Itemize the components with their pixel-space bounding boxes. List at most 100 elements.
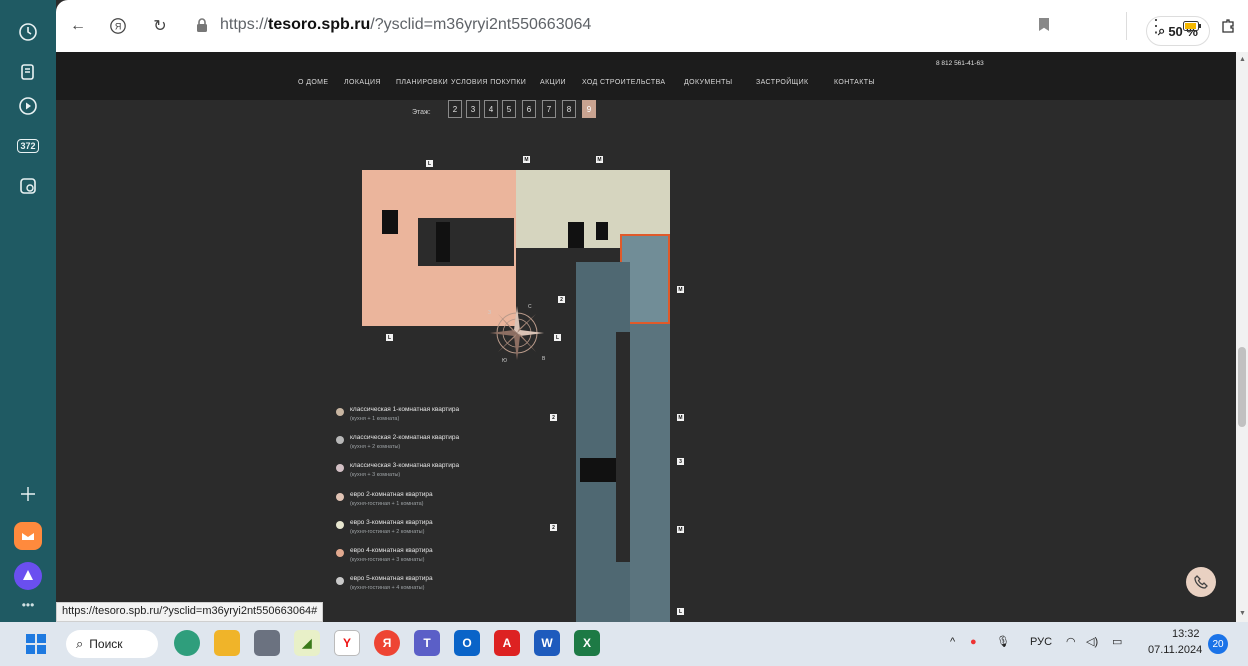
search-label: Поиск xyxy=(89,637,123,651)
clock-time[interactable]: 13:32 xyxy=(1172,628,1200,640)
extensions-icon[interactable] xyxy=(1218,16,1238,36)
mail-icon[interactable] xyxy=(14,522,42,550)
battery-saver-icon[interactable] xyxy=(1182,16,1202,36)
phone-icon xyxy=(1194,575,1208,589)
marker[interactable]: M xyxy=(523,156,530,163)
teams-icon[interactable]: T xyxy=(414,630,440,656)
floor-button[interactable]: 3 xyxy=(466,100,480,118)
marker[interactable]: 2 xyxy=(550,524,557,531)
history-icon[interactable] xyxy=(14,18,42,46)
pdf-icon[interactable]: A xyxy=(494,630,520,656)
reload-icon[interactable]: ↻ xyxy=(150,16,170,36)
battery-icon[interactable]: ▭ xyxy=(1112,635,1122,648)
compass-rose: С Ю В З xyxy=(488,304,546,364)
marker[interactable]: M xyxy=(677,414,684,421)
status-bar-url: https://tesoro.spb.ru/?ysclid=m36yryi2nt… xyxy=(56,602,324,622)
antivirus-icon[interactable]: ● xyxy=(970,636,977,648)
tray-chevron-icon[interactable]: ^ xyxy=(950,636,955,648)
nav-purchase[interactable]: УСЛОВИЯ ПОКУПКИ xyxy=(451,79,526,86)
floor-button[interactable]: 8 xyxy=(562,100,576,118)
collections-icon[interactable] xyxy=(14,58,42,86)
legend-subtitle: (кухня + 2 комнаты) xyxy=(350,444,401,450)
microphone-icon[interactable]: 🎙 xyxy=(996,635,1010,648)
marker[interactable]: L xyxy=(426,160,433,167)
stairwell xyxy=(382,210,398,234)
volume-icon[interactable]: ◁) xyxy=(1086,635,1098,648)
svg-text:Я: Я xyxy=(115,22,122,32)
menu-dots-icon[interactable]: ⋮ xyxy=(1146,16,1166,36)
divider xyxy=(1126,12,1127,40)
floor-button[interactable]: 5 xyxy=(502,100,516,118)
legend-dot xyxy=(336,408,344,416)
stairwell xyxy=(568,222,584,248)
file-explorer-icon[interactable] xyxy=(214,630,240,656)
notification-badge[interactable]: 20 xyxy=(1208,634,1228,654)
news-badge-icon[interactable]: 372 xyxy=(14,132,42,160)
nav-about[interactable]: О ДОМЕ xyxy=(298,79,328,86)
edge-icon[interactable] xyxy=(174,630,200,656)
phone-number[interactable]: 8 812 561-41-63 xyxy=(936,60,984,67)
stairwell xyxy=(580,458,620,482)
excel-icon[interactable]: X xyxy=(574,630,600,656)
scrollbar-thumb[interactable] xyxy=(1238,347,1246,427)
compass-north: С xyxy=(528,304,532,310)
legend-title: евро 2-комнатная квартира xyxy=(350,491,433,498)
marker[interactable]: M xyxy=(677,286,684,293)
language-indicator[interactable]: РУС xyxy=(1030,636,1052,648)
marker[interactable]: L xyxy=(677,608,684,615)
marker[interactable]: 2 xyxy=(550,414,557,421)
nav-construction[interactable]: ХОД СТРОИТЕЛЬСТВА xyxy=(582,79,666,86)
plan-wing-east-outer[interactable] xyxy=(630,324,670,622)
nav-location[interactable]: ЛОКАЦИЯ xyxy=(344,79,381,86)
clock-date[interactable]: 07.11.2024 xyxy=(1148,644,1202,656)
floor-button[interactable]: 7 xyxy=(542,100,556,118)
floor-button-active[interactable]: 9 xyxy=(582,100,596,118)
nav-offers[interactable]: АКЦИИ xyxy=(540,79,566,86)
callback-button[interactable] xyxy=(1186,567,1216,597)
legend-subtitle: (кухня-гостиная + 2 комнаты) xyxy=(350,529,425,535)
legend-subtitle: (кухня + 1 комната) xyxy=(350,416,400,422)
address-bar[interactable]: https://tesoro.spb.ru/?ysclid=m36yryi2nt… xyxy=(184,8,1232,46)
marker[interactable]: M xyxy=(677,526,684,533)
floor-label: Этаж: xyxy=(412,109,431,116)
bookmark-icon[interactable] xyxy=(1039,18,1049,31)
app-icon[interactable]: ◢ xyxy=(294,630,320,656)
marker[interactable]: L xyxy=(554,334,561,341)
floor-button[interactable]: 2 xyxy=(448,100,462,118)
back-icon[interactable]: ← xyxy=(68,16,88,36)
courtyard-cut xyxy=(418,218,514,266)
scroll-down-icon[interactable]: ▼ xyxy=(1239,610,1246,617)
nav-documents[interactable]: ДОКУМЕНТЫ xyxy=(684,79,732,86)
legend-subtitle: (кухня + 3 комнаты) xyxy=(350,472,401,478)
marker[interactable]: L xyxy=(386,334,393,341)
marker[interactable]: M xyxy=(596,156,603,163)
yandex-icon[interactable]: Я xyxy=(108,16,128,36)
alice-icon[interactable] xyxy=(14,562,42,590)
nav-developer[interactable]: ЗАСТРОЙЩИК xyxy=(756,79,809,86)
start-button[interactable] xyxy=(24,632,48,656)
calculator-icon[interactable] xyxy=(254,630,280,656)
scroll-up-icon[interactable]: ▲ xyxy=(1239,56,1246,63)
floor-button[interactable]: 6 xyxy=(522,100,536,118)
legend-dot xyxy=(336,577,344,585)
marker[interactable]: 3 xyxy=(677,458,684,465)
yandex-icon[interactable]: Я xyxy=(374,630,400,656)
screenshot-icon[interactable] xyxy=(14,172,42,200)
video-icon[interactable] xyxy=(14,92,42,120)
wifi-icon[interactable]: ◠ xyxy=(1066,635,1076,648)
nav-contacts[interactable]: КОНТАКТЫ xyxy=(834,79,875,86)
more-icon[interactable]: ••• xyxy=(14,598,42,612)
add-icon[interactable] xyxy=(14,480,42,508)
marker[interactable]: 2 xyxy=(558,296,565,303)
nav-plans[interactable]: ПЛАНИРОВКИ xyxy=(396,79,448,86)
word-icon[interactable]: W xyxy=(534,630,560,656)
taskbar-search[interactable]: ⌕ Поиск xyxy=(66,630,158,658)
compass-east: В xyxy=(542,356,546,362)
outlook-icon[interactable]: O xyxy=(454,630,480,656)
legend-dot xyxy=(336,493,344,501)
compass-west: З xyxy=(488,310,491,316)
legend-title: классическая 1-комнатная квартира xyxy=(350,406,460,413)
floor-button[interactable]: 4 xyxy=(484,100,498,118)
yandex-browser-icon[interactable]: Y xyxy=(334,630,360,656)
page-scrollbar[interactable]: ▲ ▼ xyxy=(1236,52,1248,622)
